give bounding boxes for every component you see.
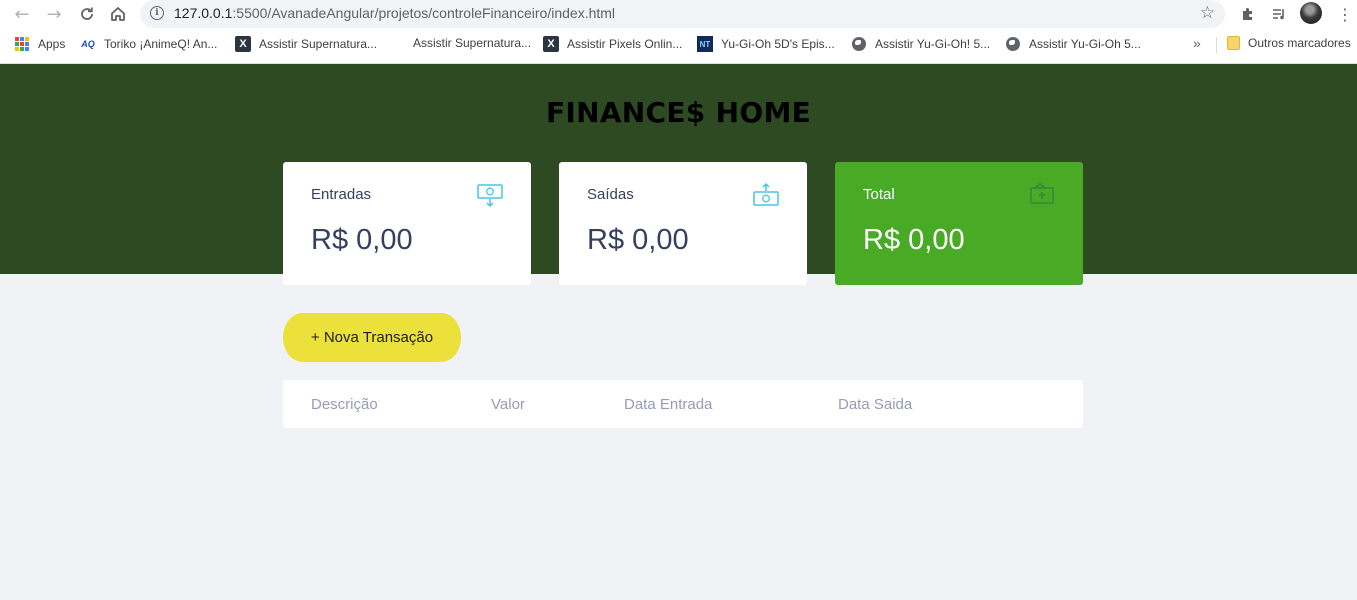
bookmark-yugioh-2[interactable]: Assistir Yu-Gi-Oh 5... [1005, 36, 1141, 52]
card-label: Entradas [311, 186, 372, 203]
browser-chrome: ← → i 127.0.0.1:5500/AvanadeAngular/proj… [0, 0, 1357, 64]
browser-menu-icon[interactable]: ⋮ [1334, 3, 1356, 25]
profile-avatar[interactable] [1300, 2, 1322, 24]
back-icon[interactable]: ← [10, 2, 34, 26]
card-label: Saídas [587, 186, 634, 203]
other-bookmarks-label: Outros marcadores [1248, 36, 1351, 50]
bookmark-label: Apps [38, 37, 66, 51]
card-value: R$ 0,00 [863, 224, 965, 256]
apps-grid-icon [14, 36, 30, 52]
address-bar[interactable]: i 127.0.0.1:5500/AvanadeAngular/projetos… [140, 0, 1225, 28]
globe-icon [852, 37, 866, 51]
url-host: 127.0.0.1 [174, 5, 233, 21]
new-transaction-button[interactable]: + Nova Transação [283, 313, 461, 362]
bookmarks-bar: Apps AQ Toriko ¡AnimeQ! An... X Assistir… [0, 32, 1357, 58]
bookmark-label: Yu-Gi-Oh 5D's Epis... [721, 37, 835, 51]
reload-icon[interactable] [75, 2, 99, 26]
card-saidas: Saídas R$ 0,00 [559, 162, 807, 285]
bookmark-label: Assistir Supernatura... [259, 37, 378, 51]
bookmark-star-icon[interactable]: ☆ [1200, 3, 1215, 23]
more-bookmarks-chevron-icon[interactable]: » [1193, 35, 1201, 51]
column-header-data-saida: Data Saida [838, 396, 913, 413]
bookmark-supernatural-1[interactable]: X Assistir Supernatura... [235, 36, 377, 52]
globe-icon [1006, 37, 1020, 51]
bookmark-supernatural-2[interactable]: Assistir Supernatura... [413, 36, 531, 50]
bookmark-label: Toriko ¡AnimeQ! An... [104, 37, 218, 51]
url-path: :5500/AvanadeAngular/projetos/controleFi… [232, 5, 616, 21]
column-header-descricao: Descrição [311, 396, 378, 413]
card-total: Total R$ 0,00 [835, 162, 1083, 285]
forward-icon[interactable]: → [42, 2, 66, 26]
bookmark-label: Assistir Yu-Gi-Oh 5... [1029, 37, 1141, 51]
bookmark-label: Assistir Supernatura... [413, 36, 532, 50]
card-label: Total [863, 186, 895, 203]
bookmarks-divider [1216, 37, 1217, 53]
card-entradas: Entradas R$ 0,00 [283, 162, 531, 285]
column-header-data-entrada: Data Entrada [624, 396, 713, 413]
home-icon[interactable] [106, 2, 130, 26]
total-money-icon [1030, 183, 1054, 204]
expense-money-icon [753, 182, 779, 206]
income-money-icon [477, 184, 503, 208]
bookmark-apps[interactable]: Apps [14, 36, 65, 52]
card-value: R$ 0,00 [311, 224, 413, 256]
bookmark-toriko[interactable]: AQ Toriko ¡AnimeQ! An... [80, 36, 217, 52]
x-site-icon: X [235, 36, 251, 52]
media-queue-icon[interactable] [1268, 3, 1290, 25]
extensions-puzzle-icon[interactable] [1237, 3, 1259, 25]
nt-icon: NT [697, 36, 713, 52]
transactions-table: Descrição Valor Data Entrada Data Saida [283, 380, 1083, 428]
url-text[interactable]: 127.0.0.1:5500/AvanadeAngular/projetos/c… [174, 5, 615, 21]
bookmark-pixels[interactable]: X Assistir Pixels Onlin... [543, 36, 682, 52]
other-bookmarks[interactable]: Outros marcadores [1227, 36, 1351, 50]
bookmark-label: Assistir Pixels Onlin... [567, 37, 683, 51]
site-info-icon[interactable]: i [150, 6, 164, 20]
bookmark-yugioh-1[interactable]: Assistir Yu-Gi-Oh! 5... [851, 36, 990, 52]
bookmark-yugioh-5ds[interactable]: NT Yu-Gi-Oh 5D's Epis... [697, 36, 835, 52]
animeq-icon: AQ [81, 39, 95, 49]
folder-icon [1227, 36, 1240, 50]
browser-toolbar: ← → i 127.0.0.1:5500/AvanadeAngular/proj… [0, 0, 1357, 28]
page-title: FINANCE$ HOME [545, 96, 812, 129]
card-value: R$ 0,00 [587, 224, 689, 256]
x-site-icon: X [543, 36, 559, 52]
page-content: FINANCE$ HOME Entradas R$ 0,00 Saídas R$… [0, 64, 1357, 600]
column-header-valor: Valor [491, 396, 525, 413]
bookmark-label: Assistir Yu-Gi-Oh! 5... [875, 37, 991, 51]
